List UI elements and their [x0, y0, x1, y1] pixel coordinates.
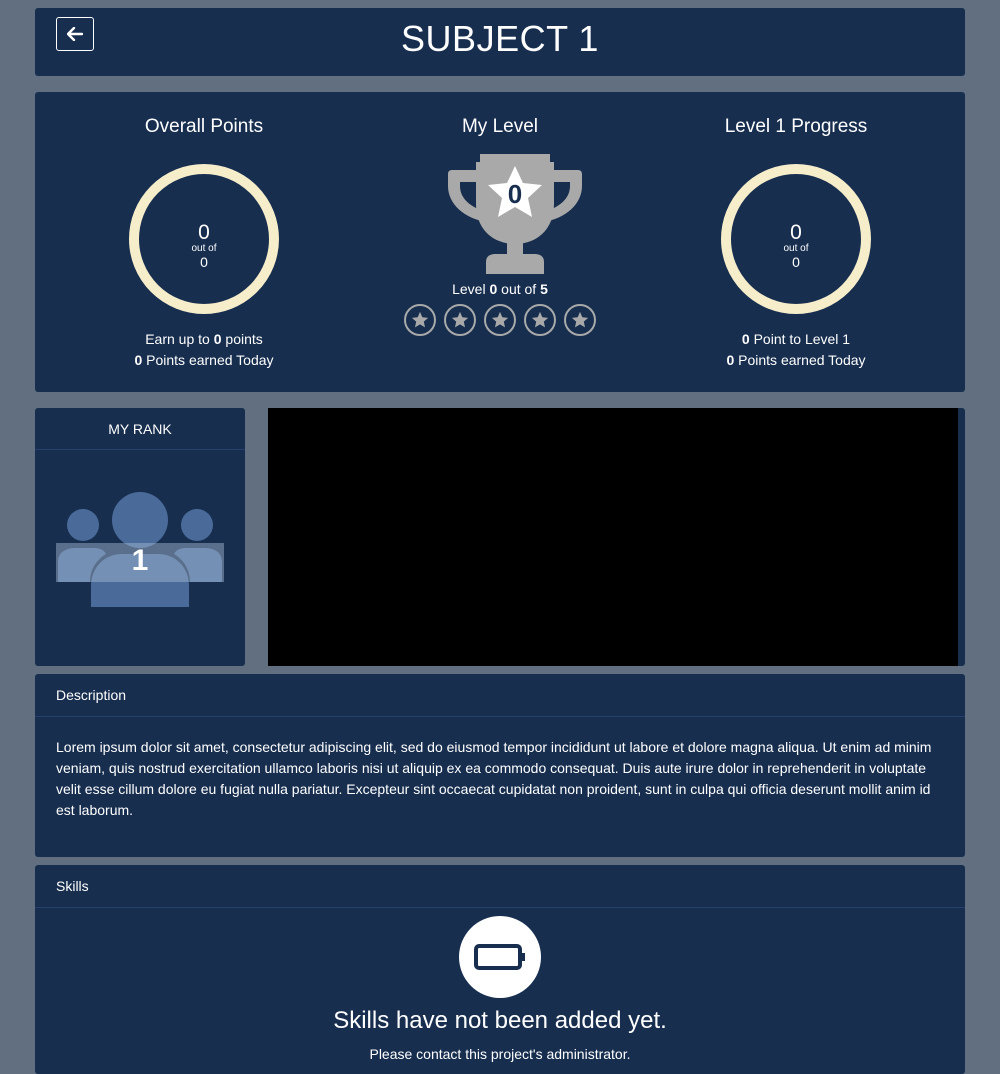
rank-title: MY RANK — [35, 408, 245, 450]
trophy-icon: 0 — [448, 154, 582, 274]
level-value: 0 — [489, 281, 498, 297]
level-star-icon — [484, 304, 516, 336]
skills-title: Skills — [35, 865, 965, 908]
earn-value: 0 — [213, 331, 222, 347]
description-text: Lorem ipsum dolor sit amet, consectetur … — [56, 739, 932, 818]
level-star-icon — [444, 304, 476, 336]
header-panel: SUBJECT 1 — [35, 8, 965, 76]
level-prefix: Level — [452, 281, 486, 297]
overall-points-ring: 0 out of 0 — [129, 164, 279, 314]
progress-today-label: Points earned Today — [738, 352, 866, 368]
trophy-level-value: 0 — [508, 179, 522, 209]
progress-today-value: 0 — [726, 352, 735, 368]
next-level-label: Point to Level 1 — [753, 331, 851, 347]
overall-points-total: 0 — [200, 254, 208, 270]
level-progress-section: Level 1 Progress 0 out of 0 0 Point to L… — [646, 92, 946, 392]
stats-panel: Overall Points 0 out of 0 Earn up to 0 p… — [35, 92, 965, 392]
overall-points-out-of: out of — [191, 243, 217, 254]
level-out-of: out of — [501, 281, 537, 297]
earn-suffix: points — [225, 331, 263, 347]
overall-points-value: 0 — [198, 221, 210, 244]
page-title: SUBJECT 1 — [401, 18, 599, 59]
description-title: Description — [35, 674, 965, 717]
level-progress-ring: 0 out of 0 — [721, 164, 871, 314]
rank-panel: MY RANK 1 — [35, 408, 245, 666]
level-progress-total: 0 — [792, 254, 800, 270]
overall-today-line: 0 Points earned Today — [54, 352, 354, 368]
overall-today-label: Points earned Today — [146, 352, 274, 368]
point-to-level-line: 0 Point to Level 1 — [646, 331, 946, 347]
level-progress-value: 0 — [790, 221, 802, 244]
level-progress-title: Level 1 Progress — [724, 116, 868, 137]
skills-panel: Skills Skills have not been added yet. P… — [35, 865, 965, 1074]
progress-today-line: 0 Points earned Today — [646, 352, 946, 368]
battery-empty-icon — [459, 916, 541, 998]
level-progress-out-of: out of — [783, 243, 809, 254]
level-total: 5 — [540, 281, 548, 297]
rank-value: 1 — [131, 544, 149, 577]
earn-prefix: Earn up to — [145, 331, 210, 347]
level-star-icon — [524, 304, 556, 336]
overall-points-section: Overall Points 0 out of 0 Earn up to 0 p… — [54, 92, 354, 392]
overall-points-title: Overall Points — [144, 116, 264, 137]
level-star-icon — [404, 304, 436, 336]
chart-canvas — [268, 408, 958, 666]
level-line: Level 0 out of 5 — [350, 281, 650, 297]
level-stars — [350, 304, 650, 336]
skills-empty-subtitle: Please contact this project's administra… — [369, 1046, 631, 1062]
next-level-value: 0 — [741, 331, 750, 347]
overall-today-value: 0 — [134, 352, 143, 368]
level-star-icon — [564, 304, 596, 336]
chart-panel — [268, 408, 965, 666]
my-level-title: My Level — [461, 116, 539, 137]
my-level-section: My Level 0 Level 0 out of 5 — [350, 92, 650, 392]
skills-empty-title: Skills have not been added yet. — [333, 1007, 667, 1034]
earn-up-to-line: Earn up to 0 points — [54, 331, 354, 347]
description-panel: Description Lorem ipsum dolor sit amet, … — [35, 674, 965, 857]
